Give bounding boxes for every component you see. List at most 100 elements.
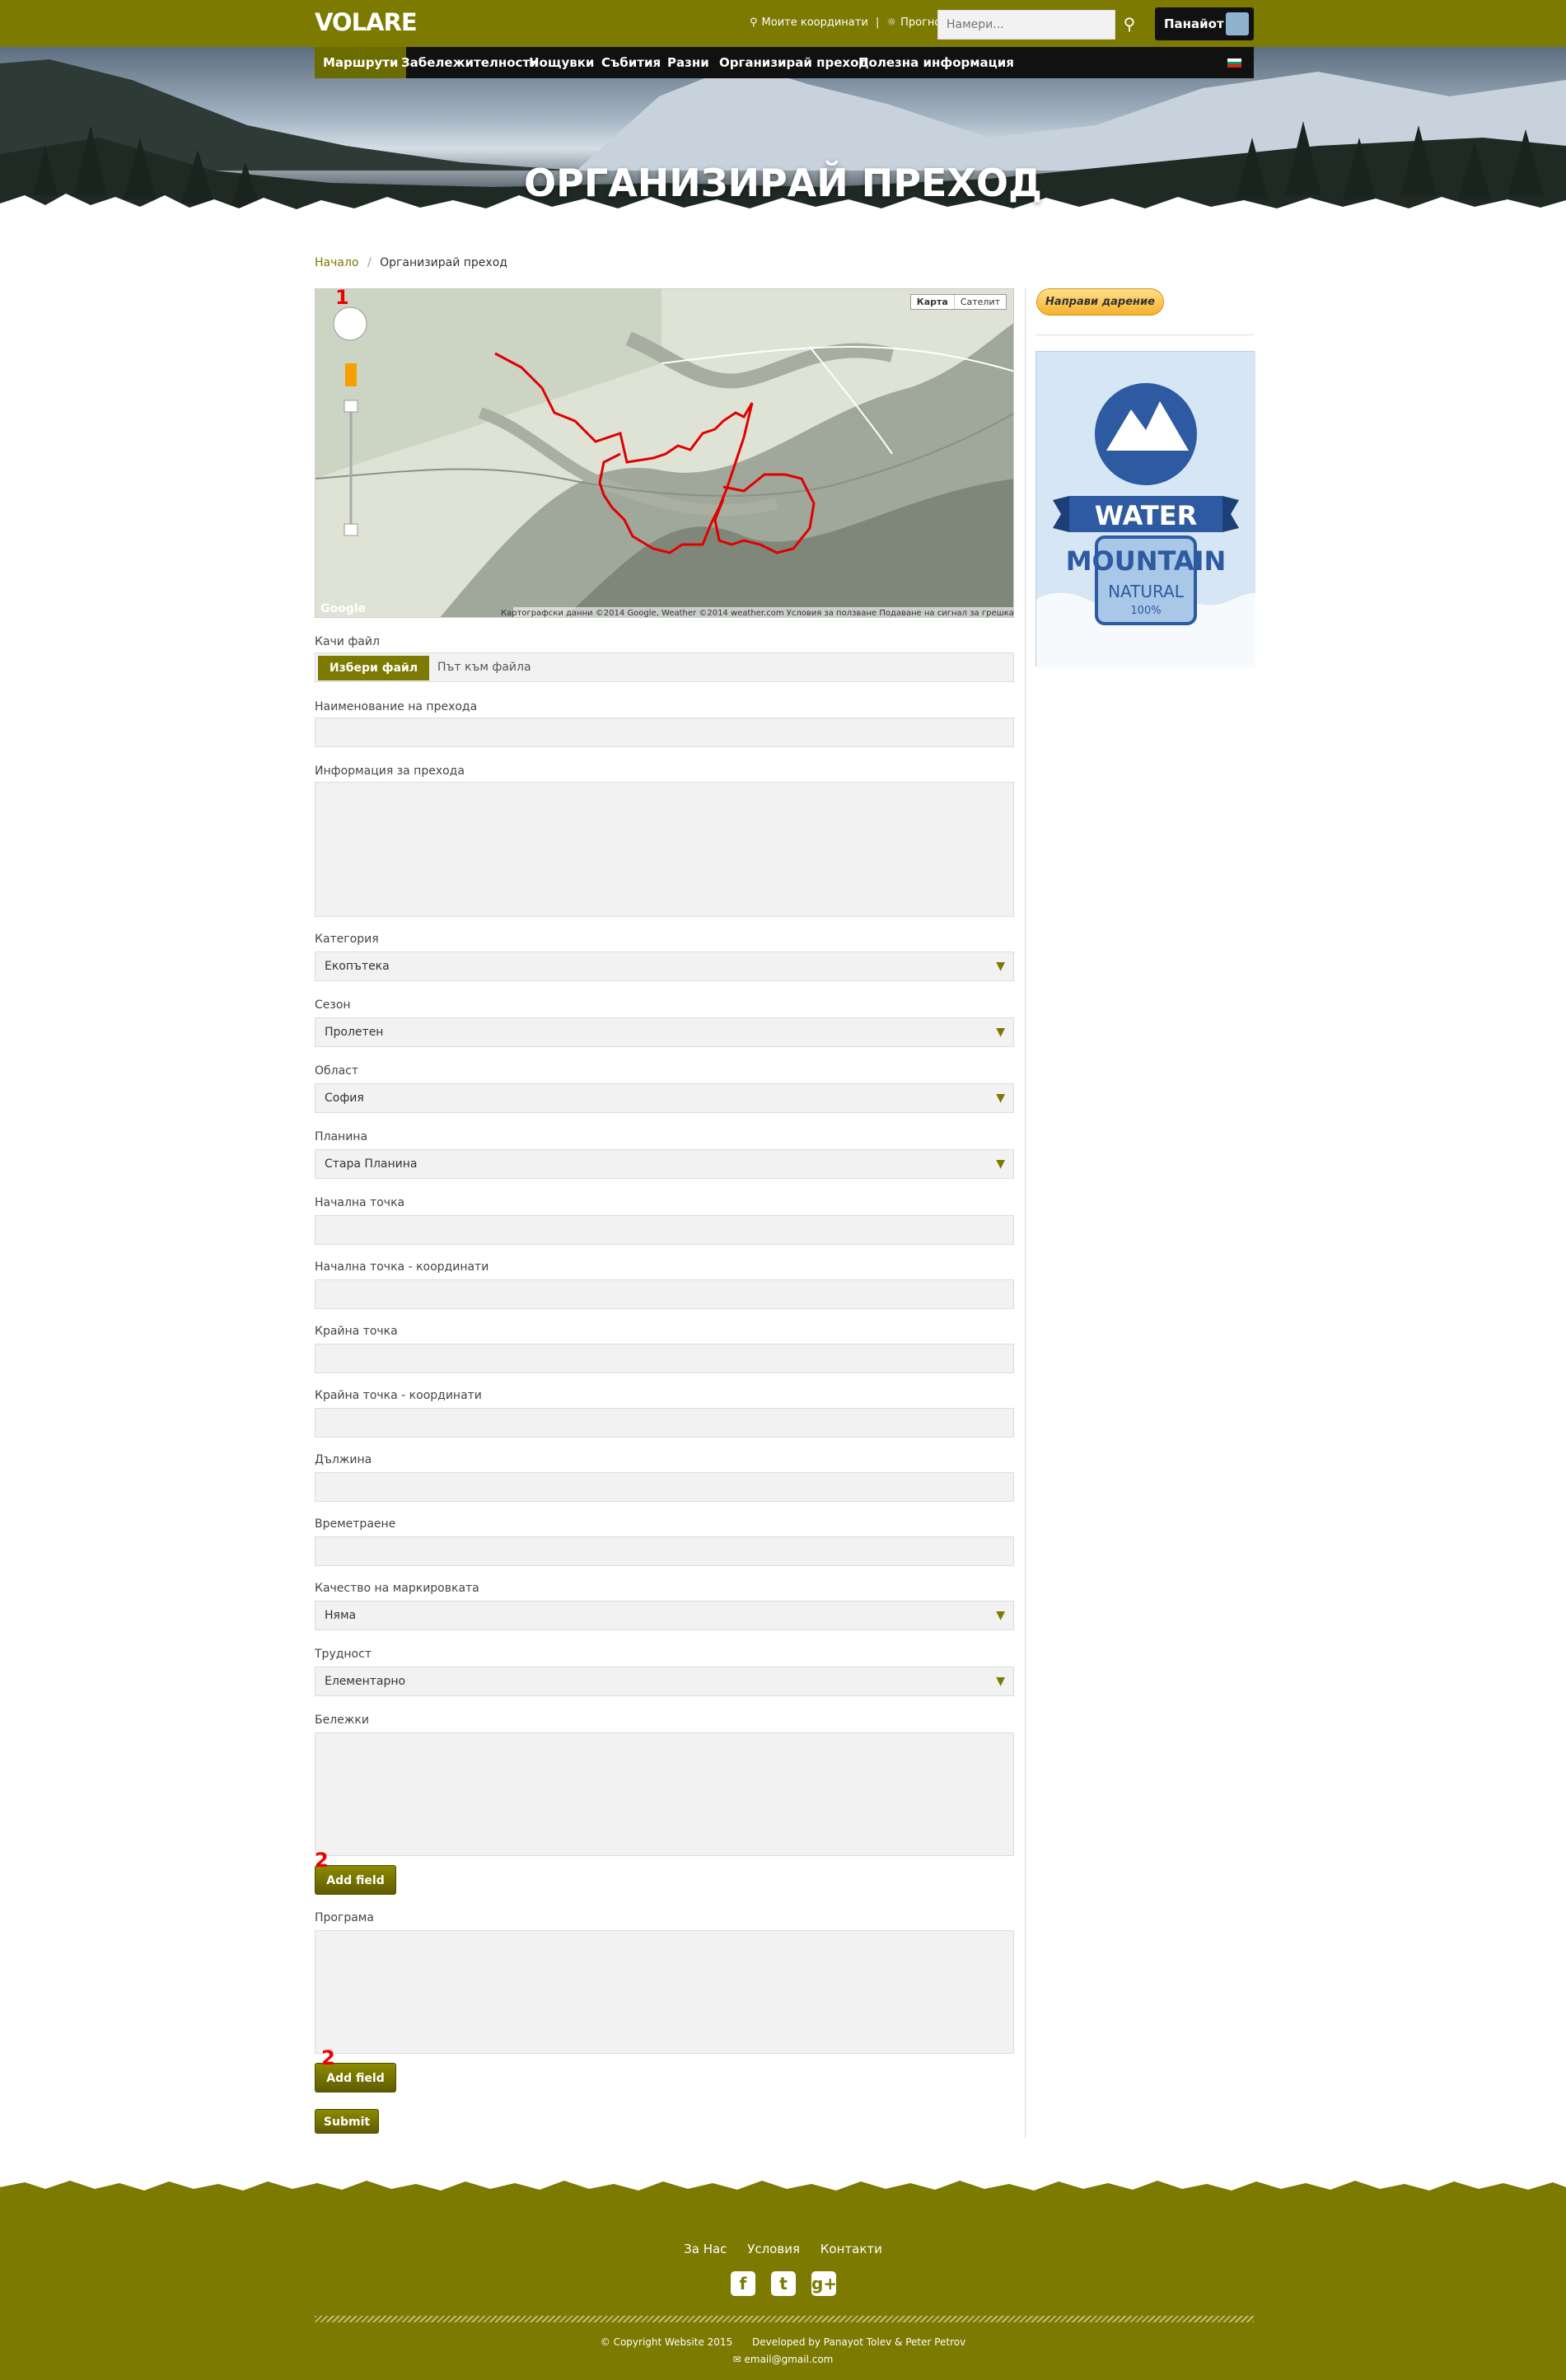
submit-button[interactable]: Submit <box>315 2109 379 2134</box>
end-coords-field[interactable] <box>315 1408 1014 1438</box>
notes-label: Бележки <box>315 1714 369 1727</box>
dropdown-arrow-icon: ▼ <box>996 960 1005 973</box>
dropdown-arrow-icon: ▼ <box>996 1157 1005 1171</box>
facebook-icon[interactable]: f <box>731 2271 755 2296</box>
mountain-select[interactable]: Стара Планина ▼ <box>315 1149 1014 1179</box>
user-menu-button[interactable]: Панайот <box>1155 7 1254 40</box>
envelope-icon: ✉ <box>732 2354 745 2365</box>
search-input[interactable] <box>937 10 1115 40</box>
main-nav: Маршрути Забележителности Нощувки Събити… <box>315 47 1254 78</box>
email-link[interactable]: email@gmail.com <box>745 2354 834 2365</box>
donate-button[interactable]: Направи дарение <box>1036 288 1164 316</box>
terrain-map-image <box>316 289 1013 617</box>
duration-label: Времетраене <box>315 1517 396 1531</box>
length-field[interactable] <box>315 1472 1014 1502</box>
season-label: Сезон <box>315 998 351 1012</box>
category-value: Екопътека <box>325 960 390 973</box>
map-type-map-button[interactable]: Карта <box>911 295 955 309</box>
breadcrumb-separator: / <box>367 256 372 269</box>
mountain-value: Стара Планина <box>325 1157 418 1171</box>
user-name: Панайот <box>1164 16 1224 31</box>
site-logo[interactable]: VOLARE <box>315 8 418 36</box>
my-coordinates-link[interactable]: Моите координати <box>762 16 868 29</box>
mountain-label: Планина <box>315 1130 368 1143</box>
file-upload-field[interactable]: Избери файл Път към файла <box>315 652 1014 682</box>
sidebar-divider <box>1036 334 1254 335</box>
footer-terms-link[interactable]: Условия <box>747 2242 800 2256</box>
footer-contacts-link[interactable]: Контакти <box>820 2242 882 2256</box>
difficulty-label: Трудност <box>315 1648 372 1661</box>
map-attribution[interactable]: Картографски данни ©2014 Google, Weather… <box>501 609 1013 617</box>
google-plus-icon[interactable]: g+ <box>811 2271 837 2296</box>
upload-label: Качи файл <box>315 635 380 648</box>
route-name-field[interactable] <box>315 718 1014 747</box>
breadcrumb: Начало / Организирай преход <box>315 256 507 269</box>
annotation-marker: 2 <box>315 1849 329 1872</box>
region-value: София <box>325 1092 364 1105</box>
footer-divider <box>315 2316 1254 2322</box>
start-point-field[interactable] <box>315 1215 1014 1245</box>
location-pin-icon: ⚲ <box>750 16 758 29</box>
column-divider <box>1025 288 1026 2138</box>
program-textarea[interactable] <box>315 1930 1014 2054</box>
route-info-textarea[interactable] <box>315 782 1014 917</box>
difficulty-select[interactable]: Елементарно ▼ <box>315 1667 1014 1696</box>
marking-select[interactable]: Няма ▼ <box>315 1601 1014 1630</box>
search-icon[interactable]: ⚲ <box>1117 12 1142 36</box>
route-name-label: Наименование на прехода <box>315 700 478 713</box>
dropdown-arrow-icon: ▼ <box>996 1092 1005 1105</box>
nav-item-misc[interactable]: Разни <box>659 47 718 78</box>
footer-about-link[interactable]: За Нас <box>684 2242 727 2256</box>
difficulty-value: Елементарно <box>325 1675 406 1688</box>
avatar <box>1226 12 1249 35</box>
season-value: Пролетен <box>325 1026 384 1039</box>
notes-textarea[interactable] <box>315 1732 1014 1856</box>
annotation-marker: 2 <box>321 2046 335 2069</box>
ad-water-text: WATER <box>1095 500 1197 531</box>
footer-email: ✉ email@gmail.com <box>0 2354 1566 2365</box>
start-coords-field[interactable] <box>315 1279 1014 1309</box>
water-mountain-logo-image: WATER MOUNTAIN NATURAL 100% <box>1036 352 1283 667</box>
nav-item-events[interactable]: Събития <box>593 47 669 78</box>
season-select[interactable]: Пролетен ▼ <box>315 1017 1014 1047</box>
ad-percent-text: 100% <box>1130 605 1161 617</box>
nav-item-info[interactable]: Полезна информация <box>850 47 1022 78</box>
ad-mountain-text: MOUNTAIN <box>1066 545 1227 577</box>
advertisement-banner[interactable]: WATER MOUNTAIN NATURAL 100% <box>1035 351 1283 667</box>
footer-copyright: © Copyright Website 2015 Developed by Pa… <box>0 2336 1566 2348</box>
google-logo: Google <box>320 602 367 615</box>
top-links: ⚲ Моите координати | ☼ Прогноза <box>750 16 957 29</box>
nav-item-lodging[interactable]: Нощувки <box>521 47 602 78</box>
duration-field[interactable] <box>315 1536 1014 1566</box>
page-title: ОРГАНИЗИРАЙ ПРЕХОД <box>524 161 1042 205</box>
breadcrumb-current: Организирай преход <box>380 256 507 269</box>
weather-icon: ☼ <box>886 16 897 29</box>
route-map[interactable]: Карта Сателит 1 Google Картографски данн… <box>315 288 1014 618</box>
start-point-label: Начална точка <box>315 1196 405 1209</box>
language-flag-icon[interactable] <box>1227 58 1241 68</box>
start-coords-label: Начална точка - координати <box>315 1260 489 1274</box>
dropdown-arrow-icon: ▼ <box>996 1675 1005 1688</box>
breadcrumb-home[interactable]: Начало <box>315 256 358 269</box>
ad-natural-text: NATURAL <box>1108 582 1185 601</box>
map-type-switch: Карта Сателит <box>909 294 1007 310</box>
twitter-icon[interactable]: t <box>771 2271 796 2296</box>
region-label: Област <box>315 1064 359 1078</box>
category-select[interactable]: Екопътека ▼ <box>315 952 1014 981</box>
footer-links: За Нас Условия Контакти <box>0 2242 1566 2256</box>
map-type-satellite-button[interactable]: Сателит <box>955 295 1006 309</box>
region-select[interactable]: София ▼ <box>315 1083 1014 1113</box>
end-point-field[interactable] <box>315 1344 1014 1373</box>
end-coords-label: Крайна точка - координати <box>315 1389 482 1402</box>
annotation-marker: 1 <box>335 288 349 309</box>
top-links-separator: | <box>875 16 880 29</box>
copyright-text: © Copyright Website 2015 <box>600 2336 733 2348</box>
route-info-label: Информация за прехода <box>315 764 465 778</box>
top-bar: VOLARE ⚲Моите координати | ☼Прогноза ⚲ П… <box>0 0 1566 47</box>
choose-file-button[interactable]: Избери файл <box>318 656 429 680</box>
developed-by-text: Developed by Panayot Tolev & Peter Petro… <box>752 2336 966 2348</box>
dropdown-arrow-icon: ▼ <box>996 1026 1005 1039</box>
end-point-label: Крайна точка <box>315 1325 398 1338</box>
length-label: Дължина <box>315 1453 372 1466</box>
category-label: Категория <box>315 933 379 946</box>
